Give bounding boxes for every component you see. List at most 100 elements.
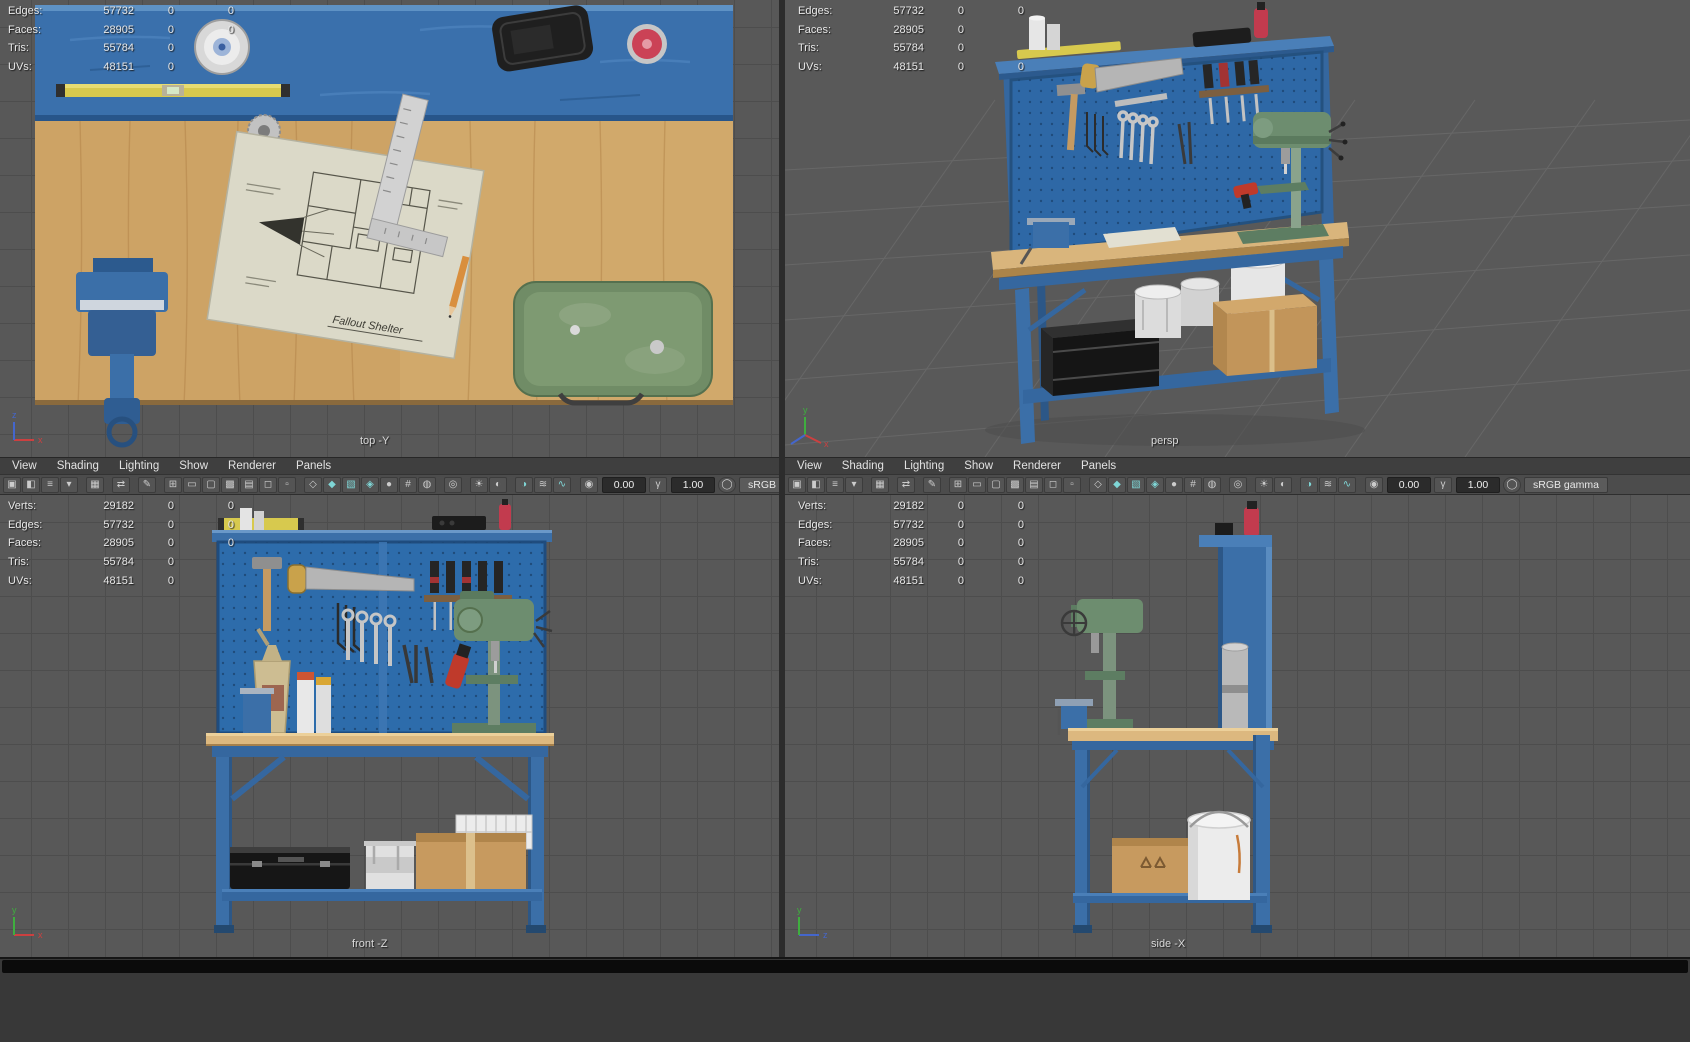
- axis-indicator: x z: [12, 410, 43, 445]
- film-gate-icon[interactable]: ▭: [968, 476, 986, 493]
- field-chart-icon[interactable]: ▤: [240, 476, 258, 493]
- panel-menu-item[interactable]: View: [2, 460, 47, 472]
- pane-front: View Shading Lighting Show Renderer Panels ▣ ◧…: [0, 457, 779, 957]
- exposure-icon[interactable]: ◉: [1365, 476, 1383, 493]
- first-aid-case: [513, 281, 713, 406]
- film-gate-icon[interactable]: ▭: [183, 476, 201, 493]
- all-lights-icon[interactable]: ☀: [470, 476, 488, 493]
- color-management-icon[interactable]: ◯: [718, 476, 736, 493]
- workbench-front: [206, 499, 554, 933]
- wireframe-icon[interactable]: ◇: [304, 476, 322, 493]
- anti-aliasing-icon[interactable]: ∿: [553, 476, 571, 493]
- gamma-icon[interactable]: γ: [649, 476, 667, 493]
- xray-joints-icon[interactable]: #: [1184, 476, 1202, 493]
- svg-text:x: x: [824, 439, 829, 449]
- grid-icon[interactable]: ⊞: [949, 476, 967, 493]
- panel-menu-item[interactable]: Renderer: [1003, 460, 1071, 472]
- panel-menu-item[interactable]: Lighting: [109, 460, 169, 472]
- ambient-occlusion-icon[interactable]: ◑: [515, 476, 533, 493]
- grinding-wheel-icon: [194, 19, 250, 75]
- bench-vise-top: [76, 258, 168, 448]
- front-view-render: x y: [12, 499, 554, 940]
- gate-mask-icon[interactable]: ▩: [221, 476, 239, 493]
- viewport-persp[interactable]: Edges: 57732 0 0 Faces: 28905 0 Tris: 55…: [785, 0, 1690, 457]
- panel-menu-item[interactable]: View: [787, 460, 832, 472]
- 2d-pan-zoom-icon[interactable]: ⇄: [897, 476, 915, 493]
- gamma-icon[interactable]: γ: [1434, 476, 1452, 493]
- panel-menu-item[interactable]: Panels: [286, 460, 341, 472]
- grease-pencil-icon[interactable]: ✎: [923, 476, 941, 493]
- viewport-front[interactable]: Verts: 29182 0 0 Edges: 57732 0 0 Faces:…: [0, 495, 779, 957]
- field-chart-icon[interactable]: ▤: [1025, 476, 1043, 493]
- image-plane-icon[interactable]: ▦: [871, 476, 889, 493]
- isolate-select-icon[interactable]: ◎: [1229, 476, 1247, 493]
- grid-icon[interactable]: ⊞: [164, 476, 182, 493]
- motion-blur-icon[interactable]: ≋: [1319, 476, 1337, 493]
- safe-action-icon[interactable]: ◻: [1044, 476, 1062, 493]
- camera-attributes-icon[interactable]: ≡: [826, 476, 844, 493]
- shadows-icon[interactable]: ◐: [1274, 476, 1292, 493]
- exposure-icon[interactable]: ◉: [580, 476, 598, 493]
- panel-menu-item[interactable]: Renderer: [218, 460, 286, 472]
- axis-indicator: x y: [12, 905, 43, 940]
- lock-camera-icon[interactable]: ◧: [807, 476, 825, 493]
- svg-text:z: z: [12, 410, 17, 420]
- gate-mask-icon[interactable]: ▩: [1006, 476, 1024, 493]
- motion-blur-icon[interactable]: ≋: [534, 476, 552, 493]
- pane-side: View Shading Lighting Show Renderer Panels ▣ ◧…: [785, 457, 1690, 957]
- all-lights-icon[interactable]: ☀: [1255, 476, 1273, 493]
- 2d-pan-zoom-icon[interactable]: ⇄: [112, 476, 130, 493]
- safe-title-icon[interactable]: ▫: [1063, 476, 1081, 493]
- shaded-icon[interactable]: ◆: [1108, 476, 1126, 493]
- svg-text:x: x: [38, 930, 43, 940]
- panel-toolbar: ▣ ◧ ≡ ▾ ▦ ⇄ ✎ ⊞ ▭ ▢ ▩ ▤ ◻ ▫ ◇ ◆ ▧ ◈ ● # ◍ ◎ ☀ ◐ ◑ ≋ ∿ ◉ 0.00 γ 1.0…: [0, 475, 779, 495]
- panel-menu-item[interactable]: Show: [954, 460, 1003, 472]
- shadows-icon[interactable]: ◐: [489, 476, 507, 493]
- fire-extinguisher-cap: [627, 24, 667, 64]
- safe-title-icon[interactable]: ▫: [278, 476, 296, 493]
- default-material-icon[interactable]: ●: [380, 476, 398, 493]
- xray-icon[interactable]: ◍: [1203, 476, 1221, 493]
- lock-camera-icon[interactable]: ◧: [22, 476, 40, 493]
- default-material-icon[interactable]: ●: [1165, 476, 1183, 493]
- viewport-top[interactable]: Edges: 57732 0 0 Faces: 28905 0 0 Tris:: [0, 0, 779, 457]
- isolate-select-icon[interactable]: ◎: [444, 476, 462, 493]
- toolbar-icon-group: ▣ ◧ ≡ ▾ ▦ ⇄ ✎ ⊞ ▭ ▢ ▩ ▤ ◻ ▫ ◇ ◆ ▧ ◈ ● # ◍ ◎ ☀ ◐ ◑ ≋ ∿: [3, 476, 572, 493]
- panel-menu-item[interactable]: Panels: [1071, 460, 1126, 472]
- ambient-occlusion-icon[interactable]: ◑: [1300, 476, 1318, 493]
- bookmarks-icon[interactable]: ▾: [60, 476, 78, 493]
- exposure-field[interactable]: 0.00: [1387, 476, 1431, 493]
- gamma-field[interactable]: 1.00: [1456, 476, 1500, 493]
- select-camera-icon[interactable]: ▣: [788, 476, 806, 493]
- panel-menu-item[interactable]: Show: [169, 460, 218, 472]
- timeline-bar[interactable]: [2, 960, 1688, 973]
- color-space-badge[interactable]: sRGB gamma: [739, 476, 779, 493]
- xray-icon[interactable]: ◍: [418, 476, 436, 493]
- viewport-side[interactable]: Verts: 29182 0 0 Edges: 57732 0 0 Faces:…: [785, 495, 1690, 957]
- wireframe-on-shaded-icon[interactable]: ◈: [1146, 476, 1164, 493]
- color-management-icon[interactable]: ◯: [1503, 476, 1521, 493]
- exposure-field[interactable]: 0.00: [602, 476, 646, 493]
- panel-menu-item[interactable]: Shading: [47, 460, 109, 472]
- wireframe-on-shaded-icon[interactable]: ◈: [361, 476, 379, 493]
- camera-attributes-icon[interactable]: ≡: [41, 476, 59, 493]
- image-plane-icon[interactable]: ▦: [86, 476, 104, 493]
- wireframe-icon[interactable]: ◇: [1089, 476, 1107, 493]
- color-space-badge[interactable]: sRGB gamma: [1524, 476, 1608, 493]
- grease-pencil-icon[interactable]: ✎: [138, 476, 156, 493]
- textured-icon[interactable]: ▧: [342, 476, 360, 493]
- xray-joints-icon[interactable]: #: [399, 476, 417, 493]
- resolution-gate-icon[interactable]: ▢: [202, 476, 220, 493]
- panel-menu-item[interactable]: Lighting: [894, 460, 954, 472]
- select-camera-icon[interactable]: ▣: [3, 476, 21, 493]
- safe-action-icon[interactable]: ◻: [259, 476, 277, 493]
- resolution-gate-icon[interactable]: ▢: [987, 476, 1005, 493]
- panel-menu-item[interactable]: Shading: [832, 460, 894, 472]
- panel-toolbar: ▣ ◧ ≡ ▾ ▦ ⇄ ✎ ⊞ ▭ ▢ ▩ ▤ ◻ ▫ ◇ ◆ ▧ ◈ ● # ◍ ◎ ☀ ◐ ◑ ≋ ∿ ◉ 0.00 γ 1.0…: [785, 475, 1690, 495]
- anti-aliasing-icon[interactable]: ∿: [1338, 476, 1356, 493]
- gamma-field[interactable]: 1.00: [671, 476, 715, 493]
- shaded-icon[interactable]: ◆: [323, 476, 341, 493]
- bookmarks-icon[interactable]: ▾: [845, 476, 863, 493]
- svg-text:z: z: [785, 441, 786, 451]
- textured-icon[interactable]: ▧: [1127, 476, 1145, 493]
